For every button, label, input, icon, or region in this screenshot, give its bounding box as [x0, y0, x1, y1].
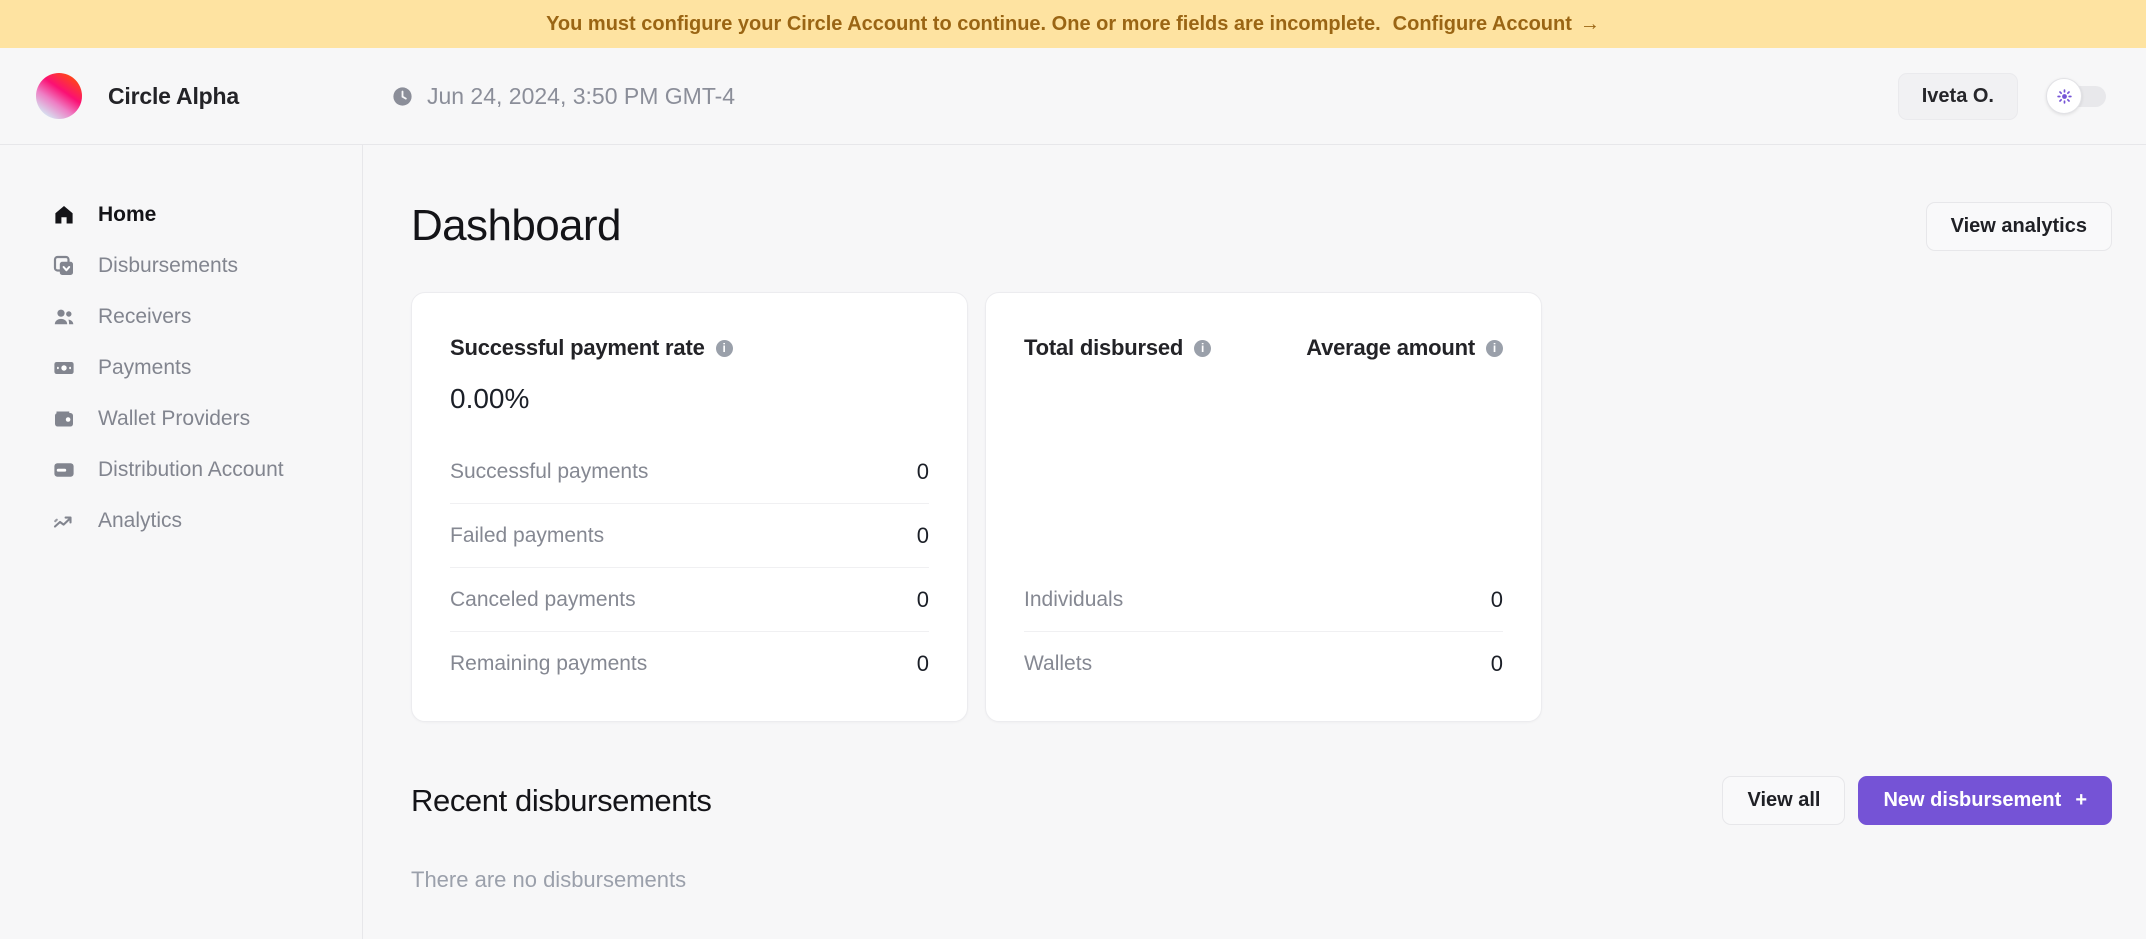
stat-label: Wallets [1024, 652, 1092, 676]
sidebar-item-label: Distribution Account [98, 458, 284, 482]
stat-value: 0 [917, 459, 929, 485]
sidebar-item-disbursements[interactable]: Disbursements [0, 240, 362, 291]
average-amount-title: Average amount [1306, 335, 1475, 361]
stat-row-individuals: Individuals 0 [1024, 568, 1503, 632]
info-icon[interactable]: i [1194, 340, 1211, 357]
stat-value: 0 [917, 651, 929, 677]
disbursed-header: Total disbursed i Average amount i [1024, 335, 1503, 361]
datetime-display: Jun 24, 2024, 3:50 PM GMT-4 [391, 83, 735, 110]
card-icon [52, 458, 76, 482]
configure-account-label: Configure Account [1393, 13, 1572, 36]
plus-icon: + [2075, 789, 2087, 812]
user-menu-button[interactable]: Iveta O. [1898, 73, 2018, 120]
new-disbursement-label: New disbursement [1883, 789, 2061, 812]
stat-value: 0 [917, 587, 929, 613]
brand-name: Circle Alpha [108, 83, 239, 110]
view-all-button[interactable]: View all [1722, 776, 1845, 825]
wallet-icon [52, 407, 76, 431]
payment-rate-rows: Successful payments 0 Failed payments 0 … [450, 440, 929, 696]
sidebar-item-payments[interactable]: Payments [0, 342, 362, 393]
disbursed-rows: Individuals 0 Wallets 0 [1024, 568, 1503, 696]
header-right: Iveta O. [1898, 73, 2108, 120]
stat-row-failed-payments: Failed payments 0 [450, 504, 929, 568]
sidebar-item-distribution-account[interactable]: Distribution Account [0, 444, 362, 495]
datetime-text: Jun 24, 2024, 3:50 PM GMT-4 [427, 83, 735, 110]
sidebar-item-receivers[interactable]: Receivers [0, 291, 362, 342]
stat-label: Failed payments [450, 524, 604, 548]
stat-value: 0 [1491, 651, 1503, 677]
stat-label: Successful payments [450, 460, 648, 484]
info-icon[interactable]: i [716, 340, 733, 357]
sidebar-item-analytics[interactable]: Analytics [0, 495, 362, 546]
app-root: You must configure your Circle Account t… [0, 0, 2146, 939]
stat-row-remaining-payments: Remaining payments 0 [450, 632, 929, 696]
recent-actions: View all New disbursement + [1722, 776, 2112, 825]
account-warning-banner: You must configure your Circle Account t… [0, 0, 2146, 48]
sidebar-item-label: Analytics [98, 509, 182, 533]
stat-value: 0 [917, 523, 929, 549]
stat-row-successful-payments: Successful payments 0 [450, 440, 929, 504]
analytics-icon [52, 509, 76, 533]
payment-rate-value: 0.00% [450, 383, 929, 415]
empty-disbursements-message: There are no disbursements [411, 867, 2112, 893]
stat-value: 0 [1491, 587, 1503, 613]
info-icon[interactable]: i [1486, 340, 1503, 357]
sun-icon [2056, 88, 2073, 105]
arrow-right-icon: → [1580, 13, 1600, 36]
payment-rate-title: Successful payment rate [450, 335, 705, 361]
recent-disbursements-title: Recent disbursements [411, 783, 711, 819]
stat-label: Remaining payments [450, 652, 647, 676]
banner-message: You must configure your Circle Account t… [546, 13, 1381, 36]
sidebar: Home Disbursements Receivers Payments [0, 145, 363, 939]
main-content: Dashboard View analytics Successful paym… [363, 145, 2146, 939]
toggle-knob [2046, 78, 2082, 114]
view-analytics-button[interactable]: View analytics [1926, 202, 2112, 251]
app-header: Circle Alpha Jun 24, 2024, 3:50 PM GMT-4… [0, 48, 2146, 145]
sidebar-item-label: Home [98, 203, 156, 227]
receivers-icon [52, 305, 76, 329]
home-icon [52, 203, 76, 227]
stats-cards-row: Successful payment rate i 0.00% Successf… [411, 292, 2112, 722]
clock-icon [391, 85, 414, 108]
payment-rate-header: Successful payment rate i [450, 335, 929, 361]
sidebar-item-label: Disbursements [98, 254, 238, 278]
sidebar-item-label: Payments [98, 356, 191, 380]
stat-label: Individuals [1024, 588, 1123, 612]
brand-logo [36, 73, 82, 119]
total-disbursed-title: Total disbursed [1024, 335, 1183, 361]
recent-disbursements-header: Recent disbursements View all New disbur… [411, 776, 2112, 825]
new-disbursement-button[interactable]: New disbursement + [1858, 776, 2112, 825]
sidebar-item-label: Receivers [98, 305, 191, 329]
disbursed-card: Total disbursed i Average amount i Indiv… [985, 292, 1542, 722]
sidebar-item-home[interactable]: Home [0, 189, 362, 240]
sidebar-item-label: Wallet Providers [98, 407, 250, 431]
app-body: Home Disbursements Receivers Payments [0, 145, 2146, 939]
payments-icon [52, 356, 76, 380]
sidebar-item-wallet-providers[interactable]: Wallet Providers [0, 393, 362, 444]
stat-label: Canceled payments [450, 588, 636, 612]
disbursements-icon [52, 254, 76, 278]
configure-account-link[interactable]: Configure Account → [1393, 13, 1600, 36]
payment-rate-card: Successful payment rate i 0.00% Successf… [411, 292, 968, 722]
title-row: Dashboard View analytics [411, 201, 2112, 251]
average-amount-header: Average amount i [1306, 335, 1503, 361]
page-title: Dashboard [411, 201, 621, 251]
total-disbursed-header: Total disbursed i [1024, 335, 1211, 361]
theme-toggle[interactable] [2046, 78, 2108, 114]
stat-row-canceled-payments: Canceled payments 0 [450, 568, 929, 632]
stat-row-wallets: Wallets 0 [1024, 632, 1503, 696]
